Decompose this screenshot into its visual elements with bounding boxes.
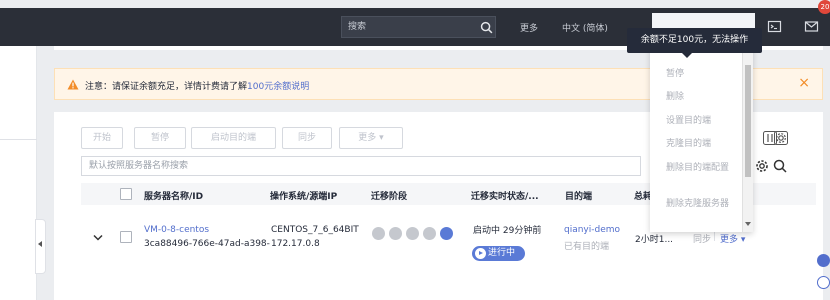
caret-left-icon bbox=[38, 241, 42, 247]
phase-check-icon bbox=[372, 227, 385, 240]
server-name-link[interactable]: VM-0-8-centos bbox=[144, 225, 209, 235]
column-name: 服务器名称/ID bbox=[144, 192, 204, 202]
phase-copy-icon bbox=[406, 227, 419, 240]
close-icon[interactable]: × bbox=[798, 76, 810, 90]
gear-icon[interactable] bbox=[754, 158, 770, 174]
more-action[interactable]: 更多 ▾ bbox=[720, 232, 745, 245]
scrollbar-thumb[interactable] bbox=[745, 65, 751, 177]
os-name: CENTOS_7_6_64BIT bbox=[271, 225, 359, 235]
console-icon[interactable] bbox=[767, 19, 782, 34]
action-divider: | bbox=[713, 232, 717, 242]
server-id: 3ca88496-766e-47ad-a398-c bbox=[144, 239, 270, 249]
language-switch[interactable]: 中文 (简体) bbox=[562, 21, 608, 34]
sidebar-divider bbox=[0, 139, 37, 140]
menu-item-set-target[interactable]: 设置目的端 bbox=[666, 115, 742, 127]
column-status: 迁移实时状态/... bbox=[471, 192, 539, 202]
notice-text: 注意：请保证余额充足，详情计费请了解100元余额说明 bbox=[85, 79, 309, 92]
status-text: 启动中 29分钟前 bbox=[473, 226, 542, 236]
menu-item-pause[interactable]: 暂停 bbox=[666, 68, 742, 80]
row-checkbox[interactable] bbox=[120, 231, 132, 243]
menu-item-delete-target-config[interactable]: 删除目的端配置 bbox=[666, 162, 742, 174]
sync-action[interactable]: 同步 bbox=[693, 232, 711, 245]
balance-tooltip: 余额不足100元，无法操作 bbox=[627, 28, 762, 58]
chat-icon[interactable] bbox=[817, 254, 830, 267]
sync-button[interactable]: 同步 bbox=[282, 127, 332, 149]
notice-message: 注意：请保证余额充足，详情计费请了解 bbox=[85, 82, 248, 92]
phase-sync-icon bbox=[423, 227, 436, 240]
column-phase: 迁移阶段 bbox=[371, 192, 408, 202]
chevron-down-icon[interactable] bbox=[93, 234, 103, 242]
column-os-ip: 操作系统/源端IP bbox=[270, 192, 338, 202]
server-filter-input[interactable] bbox=[81, 156, 641, 176]
phase-config-icon bbox=[389, 227, 402, 240]
menu-scrollbar[interactable] bbox=[742, 46, 753, 232]
start-button[interactable]: 开始 bbox=[81, 127, 123, 149]
sidebar-collapse-handle[interactable] bbox=[35, 219, 46, 274]
global-search[interactable] bbox=[341, 16, 496, 38]
pause-button[interactable]: 暂停 bbox=[134, 127, 186, 149]
menu-item-delete[interactable]: 删除 bbox=[666, 91, 742, 103]
search-input[interactable] bbox=[342, 17, 467, 37]
status-badge: 进行中 bbox=[472, 246, 525, 261]
search-icon[interactable] bbox=[480, 21, 493, 34]
phase-rocket-icon bbox=[440, 227, 453, 240]
more-actions-button[interactable]: 更多 ▾ bbox=[339, 127, 403, 149]
warning-icon bbox=[67, 79, 79, 90]
menu-item-delete-clone-server[interactable]: 删除克隆服务器 bbox=[666, 198, 742, 210]
launch-target-button[interactable]: 启动目的端 bbox=[191, 127, 276, 149]
help-icon[interactable] bbox=[817, 276, 830, 289]
status-arrow-icon bbox=[475, 248, 486, 259]
menu-item-clone-target[interactable]: 克隆目的端 bbox=[666, 138, 742, 150]
sidebar bbox=[0, 46, 37, 300]
notice-link[interactable]: 100元余额说明 bbox=[247, 82, 309, 92]
source-ip: 172.17.0.8 bbox=[271, 239, 320, 249]
message-icon[interactable] bbox=[804, 19, 819, 34]
scroll-down-icon[interactable] bbox=[745, 222, 751, 226]
column-target: 目的端 bbox=[565, 192, 593, 202]
message-count-badge: 20 bbox=[818, 0, 830, 14]
select-all-checkbox[interactable] bbox=[120, 188, 132, 200]
settings-icon[interactable] bbox=[773, 130, 789, 146]
target-link[interactable]: qianyi-demo bbox=[564, 225, 620, 235]
total-time: 2小时1... bbox=[635, 235, 674, 245]
target-note: 已有目的端 bbox=[564, 242, 610, 252]
more-link[interactable]: 更多 bbox=[520, 21, 538, 34]
search-icon[interactable] bbox=[772, 158, 788, 174]
status-badge-label: 进行中 bbox=[488, 248, 516, 258]
more-dropdown-menu: 暂停 删除 设置目的端 克隆目的端 删除目的端配置 删除克隆服务器 bbox=[650, 46, 753, 232]
